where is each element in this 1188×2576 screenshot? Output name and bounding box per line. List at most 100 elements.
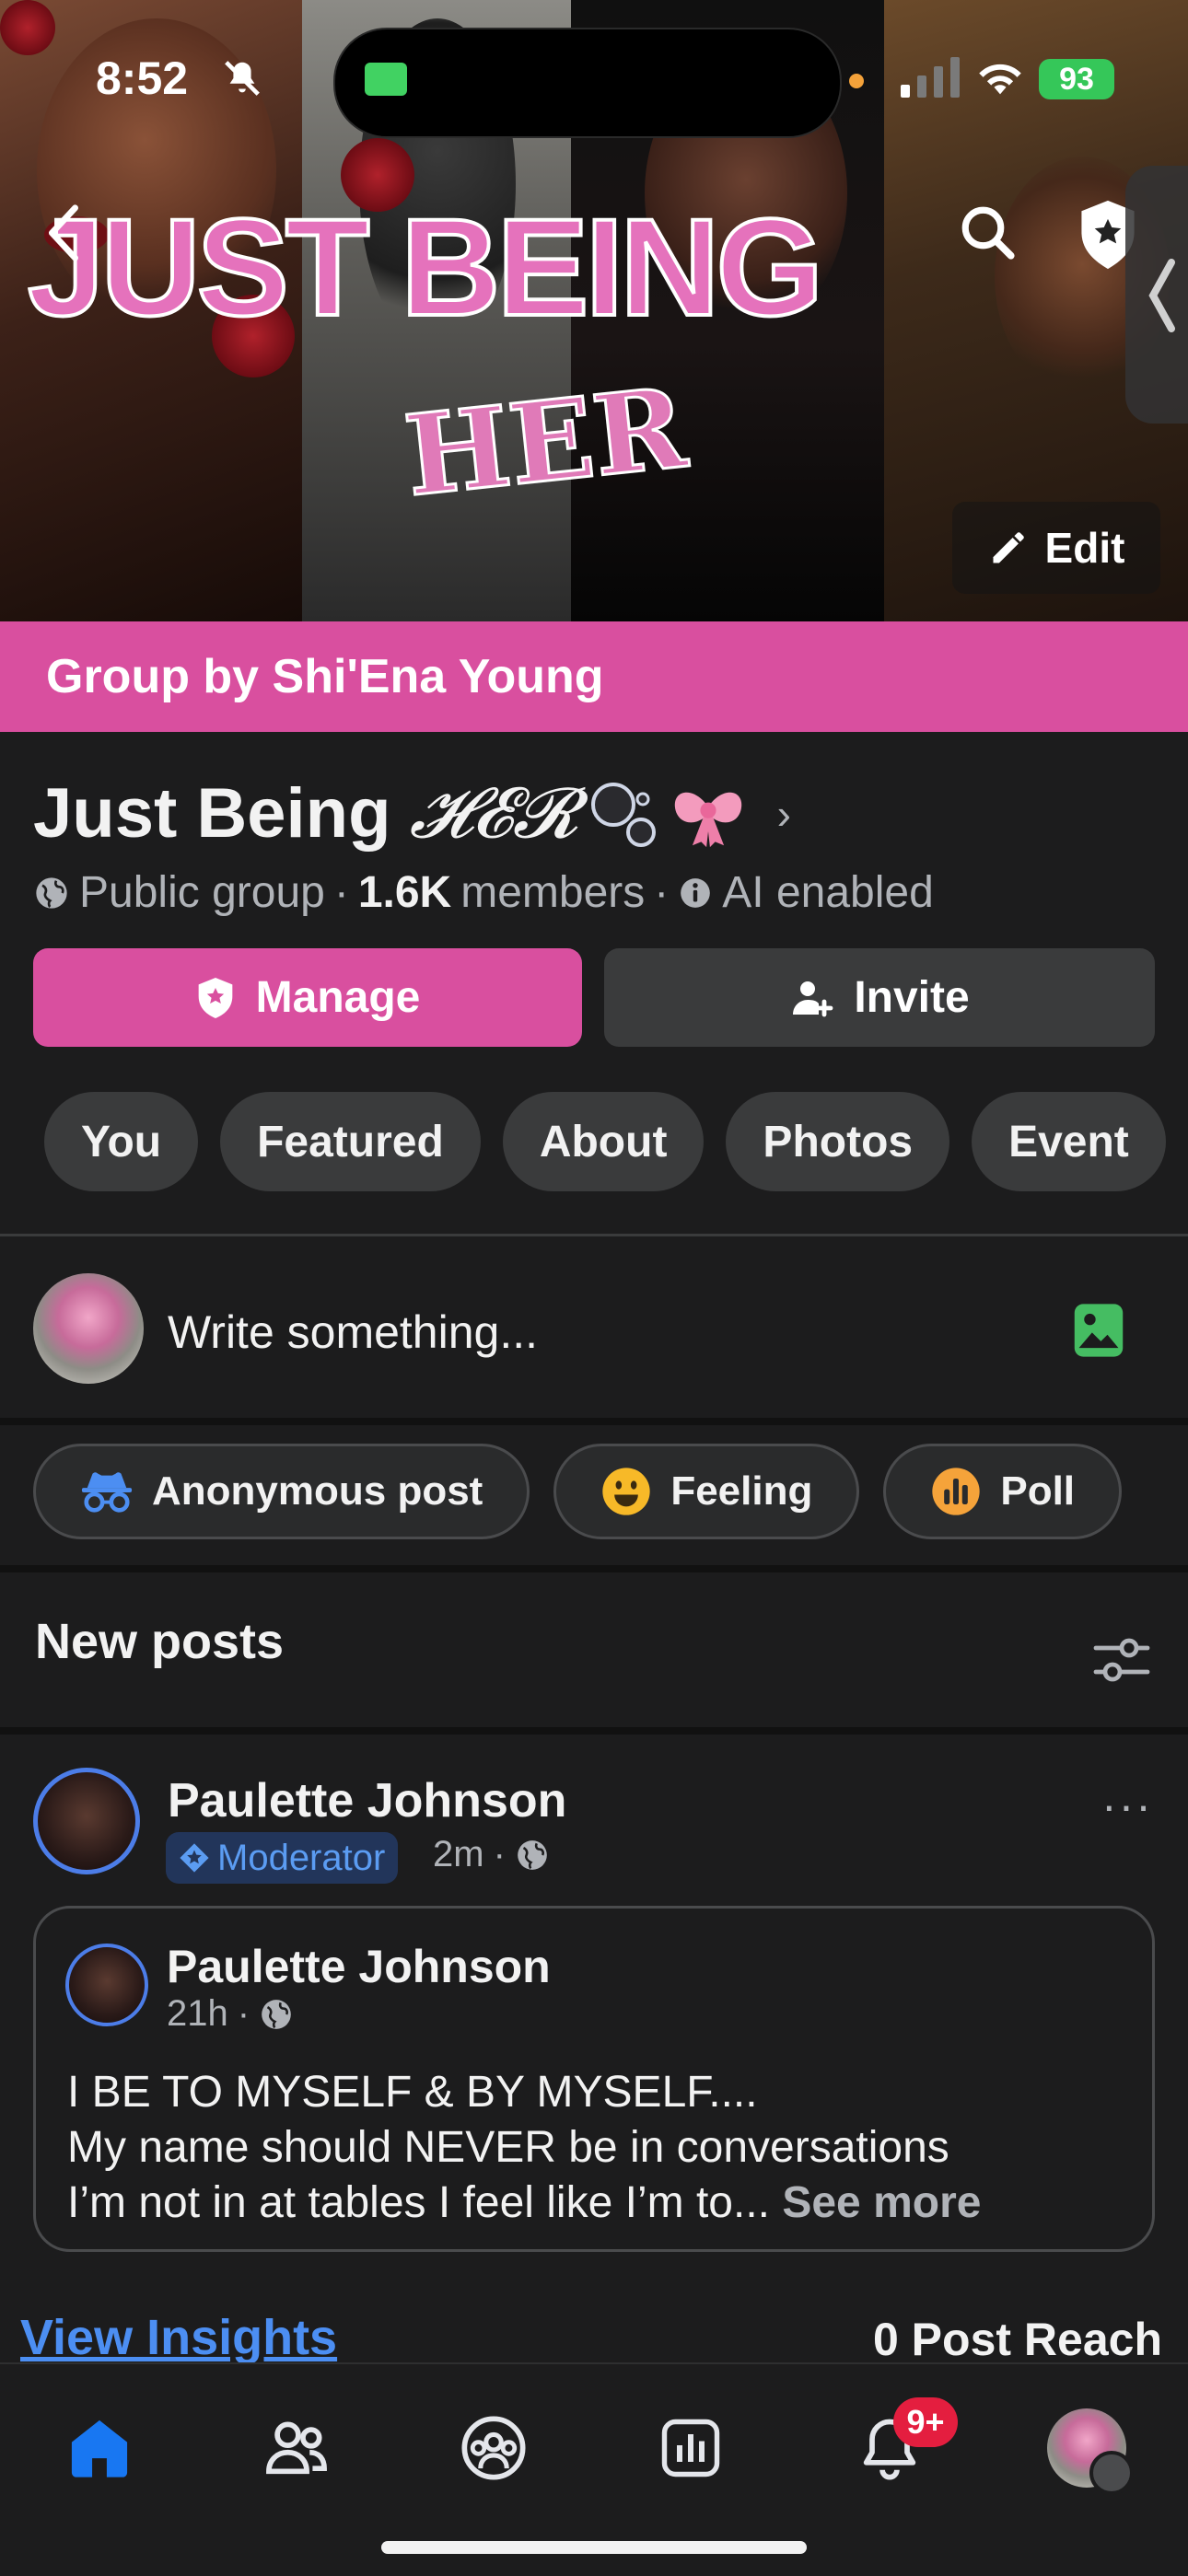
view-insights-link[interactable]: View Insights [20, 2309, 337, 2366]
feeling-chip[interactable]: Feeling [553, 1444, 860, 1539]
invite-button[interactable]: Invite [604, 948, 1155, 1047]
post-timestamp: 2m · [433, 1834, 550, 1875]
post-composer[interactable]: Write something... [0, 1243, 1188, 1418]
globe-icon [36, 876, 67, 909]
meta-separator: · [333, 868, 349, 917]
post-line-last: I’m not in at tables I feel like I’m to.… [67, 2176, 1136, 2231]
author-avatar[interactable] [33, 1768, 140, 1874]
group-owner-banner[interactable]: Group by Shi'Ena Young [0, 621, 1188, 732]
cover-photo[interactable]: JUST BEING HER 8:52 93 Edit [0, 0, 1188, 621]
battery-indicator: 93 [1039, 59, 1114, 99]
groups-tab[interactable] [438, 2397, 549, 2499]
poll-chip[interactable]: Poll [883, 1444, 1123, 1539]
friends-tab[interactable] [241, 2397, 352, 2499]
divider [0, 1418, 1188, 1425]
moderator-diamond-icon [180, 1843, 209, 1873]
add-person-icon [793, 981, 833, 1016]
silent-bell-icon [225, 61, 260, 96]
time-separator: · [493, 1834, 506, 1874]
shared-author-avatar[interactable] [65, 1944, 148, 2026]
tab-photos[interactable]: Photos [726, 1092, 950, 1191]
shared-author-name[interactable]: Paulette Johnson [167, 1940, 551, 1993]
notification-badge: 9+ [893, 2397, 958, 2447]
home-indicator[interactable] [381, 2541, 807, 2554]
edit-cover-button[interactable]: Edit [952, 502, 1160, 594]
member-count: 1.6K [357, 868, 452, 917]
members-label[interactable]: members [460, 867, 645, 918]
manage-label: Manage [255, 973, 421, 1022]
group-title-script: 𝓗𝓔𝓡 [409, 772, 578, 853]
manage-button[interactable]: Manage [33, 948, 582, 1047]
friends-icon [266, 2421, 327, 2475]
shared-time-text: 21h [167, 1993, 228, 2034]
pencil-icon [993, 532, 1024, 563]
moderator-label: Moderator [217, 1837, 386, 1878]
divider [0, 1727, 1188, 1735]
poll-icon [932, 1468, 981, 1515]
side-panel-handle[interactable] [1125, 166, 1188, 424]
ribbon-bow-emoji-icon [674, 792, 741, 847]
chip-label: Anonymous post [152, 1468, 483, 1514]
post-line: I BE TO MYSELF & BY MYSELF.... [67, 2068, 758, 2117]
incognito-icon [81, 1472, 133, 1513]
invite-label: Invite [854, 973, 970, 1022]
status-bar: 8:52 93 [0, 0, 1188, 157]
tab-about[interactable]: About [502, 1092, 705, 1191]
cellular-signal-icon [901, 57, 960, 98]
back-arrow-icon[interactable] [44, 203, 81, 263]
privacy-label: Public group [79, 868, 325, 917]
moderator-badge: Moderator [166, 1832, 399, 1884]
shared-post-card[interactable]: Paulette Johnson 21h · I BE TO MYSELF & … [33, 1906, 1155, 2252]
time-separator: · [237, 1993, 250, 2034]
composer-shortcuts: Anonymous post Feeling Poll [33, 1444, 1123, 1539]
post-insights-row: View Insights 0 Post Reach [0, 2302, 1188, 2366]
meta-separator: · [654, 868, 670, 917]
group-title[interactable]: Just Being 𝓗𝓔𝓡 › [33, 772, 791, 855]
tab-you[interactable]: You [44, 1092, 199, 1191]
globe-icon [262, 1999, 291, 2029]
composer-placeholder[interactable]: Write something... [168, 1305, 538, 1359]
profile-avatar [1047, 2408, 1134, 2495]
author-name[interactable]: Paulette Johnson [168, 1773, 566, 1828]
chip-label: Feeling [670, 1468, 813, 1514]
shield-star-icon [198, 977, 232, 1018]
home-icon [71, 2419, 128, 2477]
tab-events[interactable]: Event [972, 1092, 1166, 1191]
anonymous-post-chip[interactable]: Anonymous post [33, 1444, 530, 1539]
photo-icon[interactable] [1072, 1302, 1125, 1359]
post-reach: 0 Post Reach [872, 2314, 1162, 2365]
info-icon [681, 877, 711, 908]
see-more-link[interactable]: See more [782, 2178, 981, 2227]
post-line: I’m not in at tables I feel like I’m to.… [67, 2178, 770, 2227]
avatar[interactable] [33, 1273, 144, 1384]
smiley-icon [602, 1468, 650, 1515]
camera-active-icon [365, 63, 407, 96]
status-time: 8:52 [96, 52, 189, 104]
home-tab[interactable] [44, 2397, 155, 2499]
search-icon[interactable] [958, 203, 1019, 263]
tab-featured[interactable]: Featured [220, 1092, 481, 1191]
chip-label: Poll [1000, 1468, 1076, 1514]
divider [0, 1234, 1188, 1236]
ai-enabled-label[interactable]: AI enabled [722, 867, 934, 918]
group-title-text: Just Being [33, 774, 391, 853]
filter-sliders-icon[interactable] [1092, 1637, 1151, 1683]
divider [0, 1565, 1188, 1572]
wifi-icon [979, 64, 1021, 95]
chevron-left-icon [1148, 259, 1175, 332]
edit-label: Edit [1044, 524, 1125, 572]
groups-icon [461, 2416, 526, 2480]
more-options-icon[interactable]: ··· [1101, 1779, 1153, 1832]
chevron-right-icon: › [776, 789, 791, 838]
dynamic-island [333, 28, 842, 138]
menu-indicator-icon [1089, 2451, 1134, 2495]
mic-indicator-icon [849, 74, 864, 88]
insights-tab[interactable] [635, 2397, 746, 2499]
post-time-text: 2m [433, 1834, 484, 1874]
bubbles-emoji-icon [590, 782, 656, 847]
profile-menu-tab[interactable] [1031, 2397, 1142, 2499]
section-title: New posts [35, 1614, 285, 1669]
notifications-tab[interactable]: 9+ [834, 2397, 958, 2499]
insights-icon [661, 2419, 720, 2477]
globe-icon [518, 1839, 547, 1870]
